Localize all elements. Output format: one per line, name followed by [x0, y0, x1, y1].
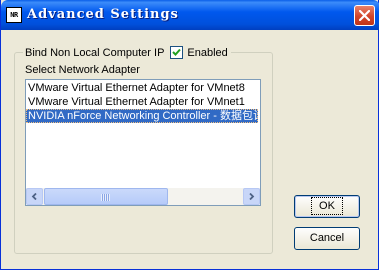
- cancel-button-label: Cancel: [309, 232, 345, 244]
- title-bar[interactable]: NR Advanced Settings: [1, 0, 379, 30]
- enabled-checkbox[interactable]: [170, 46, 184, 59]
- checkmark-icon: [172, 48, 182, 56]
- ok-button[interactable]: OK: [294, 195, 360, 218]
- legend-label: Bind Non Local Computer IP: [25, 46, 165, 59]
- app-icon: NR: [6, 7, 22, 23]
- scroll-left-button[interactable]: [26, 188, 43, 205]
- list-item[interactable]: VMware Virtual Ethernet Adapter for VMne…: [26, 95, 258, 109]
- cancel-button[interactable]: Cancel: [294, 227, 360, 250]
- enabled-label[interactable]: Enabled: [187, 47, 227, 59]
- select-adapter-label: Select Network Adapter: [25, 64, 140, 76]
- scroll-left-arrow-icon: [31, 193, 37, 200]
- ok-button-label: OK: [311, 197, 343, 215]
- list-item[interactable]: VMware Virtual Ethernet Adapter for VMne…: [26, 81, 258, 95]
- group-legend: Bind Non Local Computer IP Enabled: [23, 45, 231, 60]
- window-title: Advanced Settings: [27, 7, 179, 22]
- scroll-grip-icon: [101, 194, 110, 201]
- list-item-selected[interactable]: NVIDIA nForce Networking Controller - 数据…: [26, 109, 258, 123]
- scroll-right-button[interactable]: [243, 188, 260, 205]
- advanced-settings-dialog: NR Advanced Settings Bind Non Local Comp…: [0, 0, 379, 270]
- horizontal-scrollbar[interactable]: [26, 188, 260, 205]
- close-icon: [359, 10, 370, 21]
- scroll-right-arrow-icon: [249, 193, 255, 200]
- close-button[interactable]: [354, 5, 375, 26]
- scroll-thumb[interactable]: [44, 188, 168, 205]
- adapter-listbox[interactable]: VMware Virtual Ethernet Adapter for VMne…: [25, 79, 261, 206]
